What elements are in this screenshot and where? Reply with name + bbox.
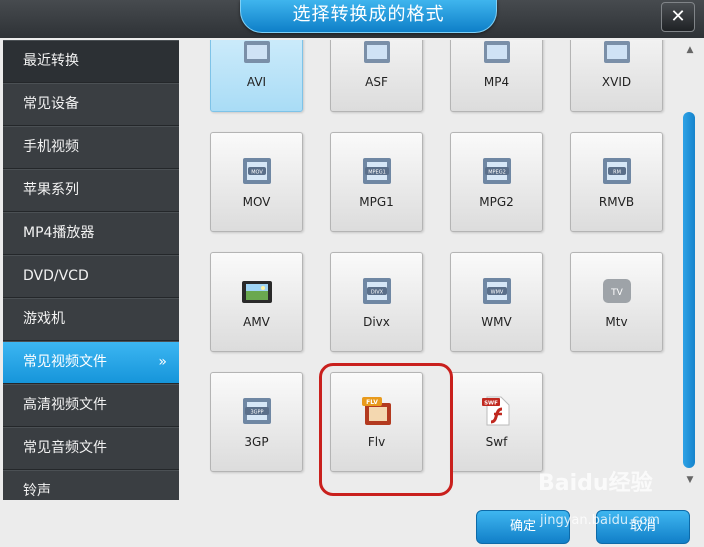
sidebar-item-dvd-vcd[interactable]: DVD/VCD bbox=[3, 255, 179, 298]
icon-badge: MPEG1 bbox=[368, 170, 386, 176]
rmvb-film-icon: RM bbox=[603, 158, 631, 184]
format-label: 3GP bbox=[244, 435, 269, 449]
format-tile-amv[interactable]: AMV bbox=[210, 252, 303, 352]
format-label: MP4 bbox=[483, 75, 510, 89]
apple-tv-icon: TV bbox=[603, 279, 631, 303]
swf-flash-icon: SWF bbox=[482, 396, 510, 426]
icon-badge: DIVX bbox=[371, 290, 384, 296]
mp4-film-icon bbox=[484, 41, 510, 63]
scroll-down-icon[interactable]: ▼ bbox=[681, 472, 699, 488]
format-label: WMV bbox=[481, 315, 512, 329]
format-tile-mtv[interactable]: TV Mtv bbox=[570, 252, 663, 352]
format-grid: AVI ASF MP4 XVID MOV MOV MPEG1 MPG1 MPEG… bbox=[180, 40, 678, 500]
sidebar-item-apple[interactable]: 苹果系列 bbox=[3, 169, 179, 212]
scroll-up-icon[interactable]: ▲ bbox=[681, 42, 699, 58]
category-sidebar: 最近转换 常见设备 手机视频 苹果系列 MP4播放器 DVD/VCD 游戏机 常… bbox=[3, 40, 179, 513]
mpg1-film-icon: MPEG1 bbox=[363, 158, 391, 184]
sidebar-item-audio[interactable]: 常见音频文件 bbox=[3, 427, 179, 470]
format-label: AMV bbox=[243, 315, 270, 329]
sidebar-item-label: 常见视频文件 bbox=[23, 354, 107, 370]
sidebar-item-phone-video[interactable]: 手机视频 bbox=[3, 126, 179, 169]
format-tile-mp4[interactable]: MP4 bbox=[450, 40, 543, 112]
format-label: Swf bbox=[485, 435, 508, 449]
sidebar-item-label: 苹果系列 bbox=[23, 182, 79, 198]
format-tile-rmvb[interactable]: RM RMVB bbox=[570, 132, 663, 232]
format-dialog: 选择转换成的格式 ✕ 最近转换 常见设备 手机视频 苹果系列 MP4播放器 DV… bbox=[0, 0, 704, 547]
format-tile-3gp[interactable]: 3GPP 3GP bbox=[210, 372, 303, 472]
sidebar-item-common-video[interactable]: 常见视频文件 » bbox=[3, 341, 179, 384]
asf-film-icon bbox=[364, 41, 390, 63]
icon-badge: MPEG2 bbox=[488, 170, 506, 176]
sidebar-item-label: 手机视频 bbox=[23, 139, 79, 155]
format-tile-divx[interactable]: DIVX Divx bbox=[330, 252, 423, 352]
format-label: MPG2 bbox=[479, 195, 514, 209]
format-label: MPG1 bbox=[359, 195, 394, 209]
sidebar-item-mp4-player[interactable]: MP4播放器 bbox=[3, 212, 179, 255]
format-tile-asf[interactable]: ASF bbox=[330, 40, 423, 112]
xvid-film-icon bbox=[604, 41, 630, 63]
dialog-title: 选择转换成的格式 bbox=[240, 0, 497, 33]
icon-badge: RM bbox=[613, 170, 621, 176]
format-tile-mov[interactable]: MOV MOV bbox=[210, 132, 303, 232]
format-label: Flv bbox=[367, 435, 386, 449]
sidebar-item-hd-video[interactable]: 高清视频文件 bbox=[3, 384, 179, 427]
format-label: Mtv bbox=[605, 315, 628, 329]
format-label: XVID bbox=[601, 75, 632, 89]
format-label: AVI bbox=[246, 75, 267, 89]
format-label: ASF bbox=[365, 75, 388, 89]
watermark: Baidu经验 bbox=[538, 471, 653, 496]
flv-film-icon: FLV bbox=[362, 397, 391, 425]
format-label: RMVB bbox=[598, 195, 635, 209]
format-tile-flv[interactable]: FLV Flv bbox=[330, 372, 423, 472]
sidebar-item-label: 常见音频文件 bbox=[23, 440, 107, 456]
sidebar-item-label: 铃声 bbox=[23, 483, 51, 499]
watermark-url: jingyan.baidu.com bbox=[540, 513, 660, 528]
sidebar-item-label: 最近转换 bbox=[23, 53, 79, 69]
format-tile-avi[interactable]: AVI bbox=[210, 40, 303, 112]
icon-badge: WMV bbox=[491, 290, 504, 296]
sidebar-item-label: 高清视频文件 bbox=[23, 397, 107, 413]
scroll-thumb[interactable] bbox=[683, 112, 695, 468]
amv-video-icon bbox=[242, 281, 272, 303]
icon-badge: 3GPP bbox=[250, 410, 263, 416]
format-label: MOV bbox=[242, 195, 271, 209]
divx-film-icon: DIVX bbox=[363, 278, 391, 304]
sidebar-item-label: 游戏机 bbox=[23, 311, 65, 327]
format-label: Divx bbox=[363, 315, 390, 329]
sidebar-item-recent[interactable]: 最近转换 bbox=[3, 40, 179, 83]
avi-film-icon bbox=[244, 41, 270, 63]
close-button[interactable]: ✕ bbox=[661, 2, 695, 32]
sidebar-item-devices[interactable]: 常见设备 bbox=[3, 83, 179, 126]
sidebar-item-label: DVD/VCD bbox=[23, 268, 89, 284]
sidebar-item-game-console[interactable]: 游戏机 bbox=[3, 298, 179, 341]
format-tile-wmv[interactable]: WMV WMV bbox=[450, 252, 543, 352]
mov-film-icon: MOV bbox=[243, 158, 271, 184]
sidebar-item-label: MP4播放器 bbox=[23, 225, 95, 241]
3gp-film-icon: 3GPP bbox=[243, 398, 271, 424]
vertical-scrollbar[interactable]: ▲ ▼ bbox=[681, 40, 699, 500]
icon-badge: FLV bbox=[366, 399, 378, 406]
sidebar-item-label: 常见设备 bbox=[23, 96, 79, 112]
format-tile-mpg1[interactable]: MPEG1 MPG1 bbox=[330, 132, 423, 232]
icon-badge: MOV bbox=[251, 170, 263, 176]
format-tile-mpg2[interactable]: MPEG2 MPG2 bbox=[450, 132, 543, 232]
format-tile-xvid[interactable]: XVID bbox=[570, 40, 663, 112]
svg-text:TV: TV bbox=[610, 288, 623, 298]
title-bar: 选择转换成的格式 ✕ bbox=[0, 0, 704, 38]
chevron-right-icon: » bbox=[158, 354, 167, 370]
format-tile-swf[interactable]: SWF Swf bbox=[450, 372, 543, 472]
icon-badge: SWF bbox=[484, 401, 498, 407]
wmv-film-icon: WMV bbox=[483, 278, 511, 304]
mpg2-film-icon: MPEG2 bbox=[483, 158, 511, 184]
